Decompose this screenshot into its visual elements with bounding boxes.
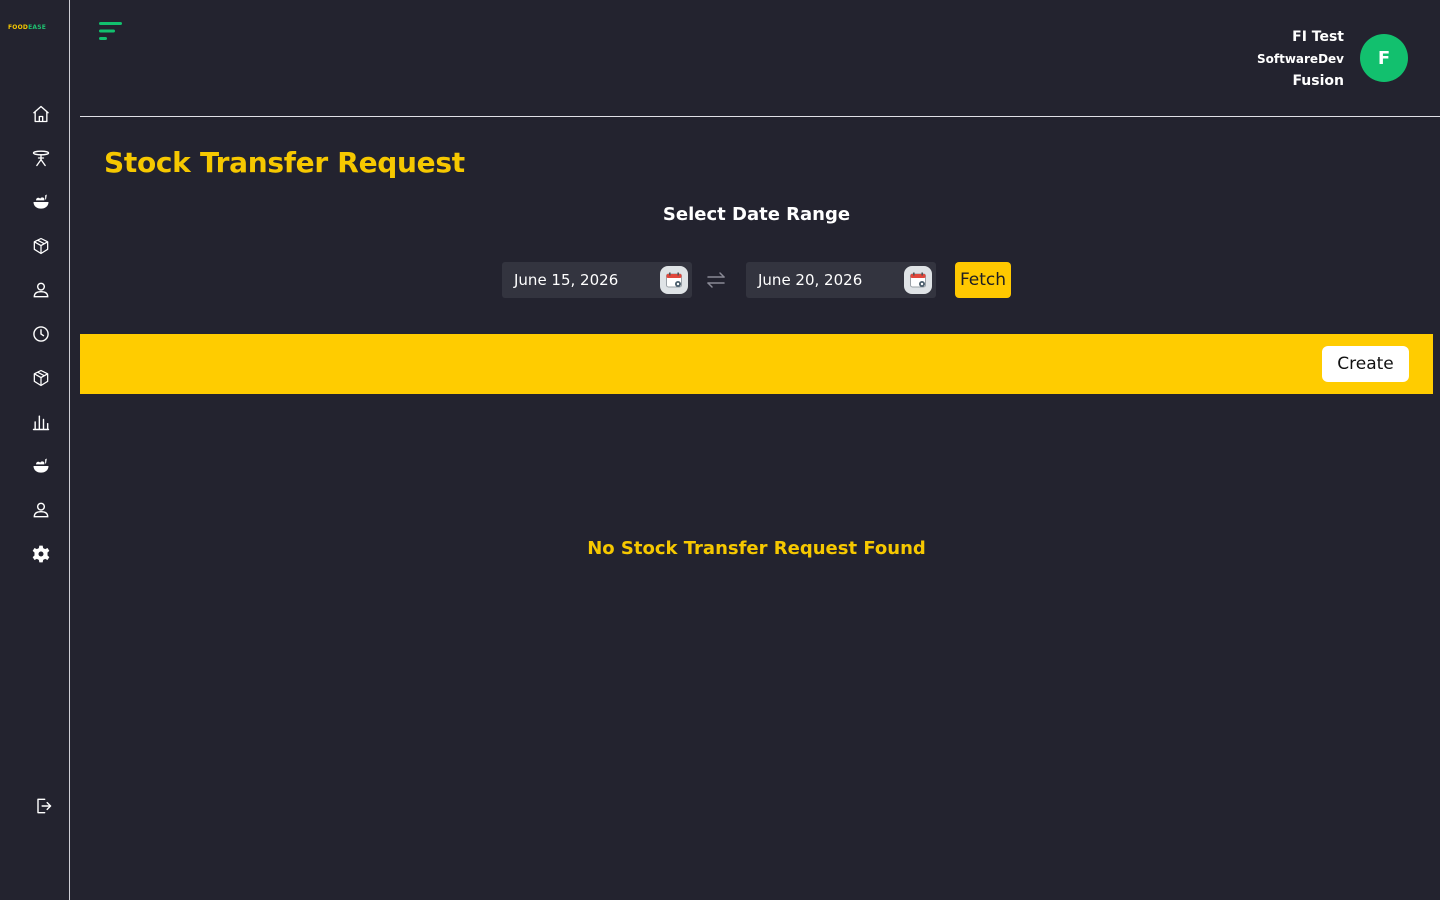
calendar-icon[interactable] xyxy=(904,266,932,294)
logout-icon xyxy=(37,798,52,814)
user-name: FI Test xyxy=(1292,29,1344,45)
bar-chart-icon xyxy=(32,415,50,431)
menu-toggle-button[interactable] xyxy=(98,20,124,42)
app-root: FOODEASE FI Test SoftwareDev Fusion F St… xyxy=(0,0,1440,900)
gear-icon xyxy=(32,545,50,563)
create-button[interactable]: Create xyxy=(1322,346,1409,382)
logout-button[interactable] xyxy=(32,795,54,817)
user-icon xyxy=(33,502,49,518)
sidebar-item-stock[interactable] xyxy=(30,367,52,389)
action-toolbar: Create xyxy=(80,334,1433,394)
food-bowl-icon xyxy=(33,458,49,473)
empty-state-message: No Stock Transfer Request Found xyxy=(587,538,926,559)
sidebar-item-customers[interactable] xyxy=(30,279,52,301)
date-range-title: Select Date Range xyxy=(662,204,851,225)
table-icon xyxy=(32,150,50,167)
sidebar-item-inventory[interactable] xyxy=(30,235,52,257)
end-date-value: June 20, 2026 xyxy=(758,271,863,289)
avatar[interactable]: F xyxy=(1360,34,1408,82)
clock-icon xyxy=(33,326,49,342)
brand-logo[interactable]: FOODEASE xyxy=(8,24,60,32)
sidebar-item-reports[interactable] xyxy=(30,411,52,433)
sidebar-item-tables[interactable] xyxy=(30,147,52,169)
sidebar-item-settings[interactable] xyxy=(30,543,52,565)
sidebar-item-staff[interactable] xyxy=(30,499,52,521)
package-icon xyxy=(33,237,49,255)
sidebar-item-recipes[interactable] xyxy=(30,455,52,477)
swap-arrows-icon xyxy=(707,272,725,288)
home-icon xyxy=(33,105,49,123)
logo-text-ease: EASE xyxy=(28,24,47,31)
sidebar-item-home[interactable] xyxy=(30,103,52,125)
user-company: Fusion xyxy=(1292,73,1344,89)
sidebar-item-menu[interactable] xyxy=(30,191,52,213)
start-date-value: June 15, 2026 xyxy=(514,271,619,289)
sidebar-item-history[interactable] xyxy=(30,323,52,345)
user-info: FI Test SoftwareDev Fusion xyxy=(1257,26,1344,92)
calendar-icon[interactable] xyxy=(660,266,688,294)
header-divider xyxy=(80,116,1440,117)
user-icon xyxy=(33,282,49,298)
user-role: SoftwareDev xyxy=(1256,52,1344,66)
logo-text-food: FOOD xyxy=(8,24,29,31)
package-icon xyxy=(33,369,49,387)
end-date-input[interactable]: June 20, 2026 xyxy=(746,262,936,298)
page-title: Stock Transfer Request xyxy=(104,146,465,179)
food-bowl-icon xyxy=(33,194,49,209)
fetch-button[interactable]: Fetch xyxy=(955,262,1011,298)
menu-icon xyxy=(99,22,122,40)
start-date-input[interactable]: June 15, 2026 xyxy=(502,262,692,298)
sidebar: FOODEASE xyxy=(0,0,70,900)
